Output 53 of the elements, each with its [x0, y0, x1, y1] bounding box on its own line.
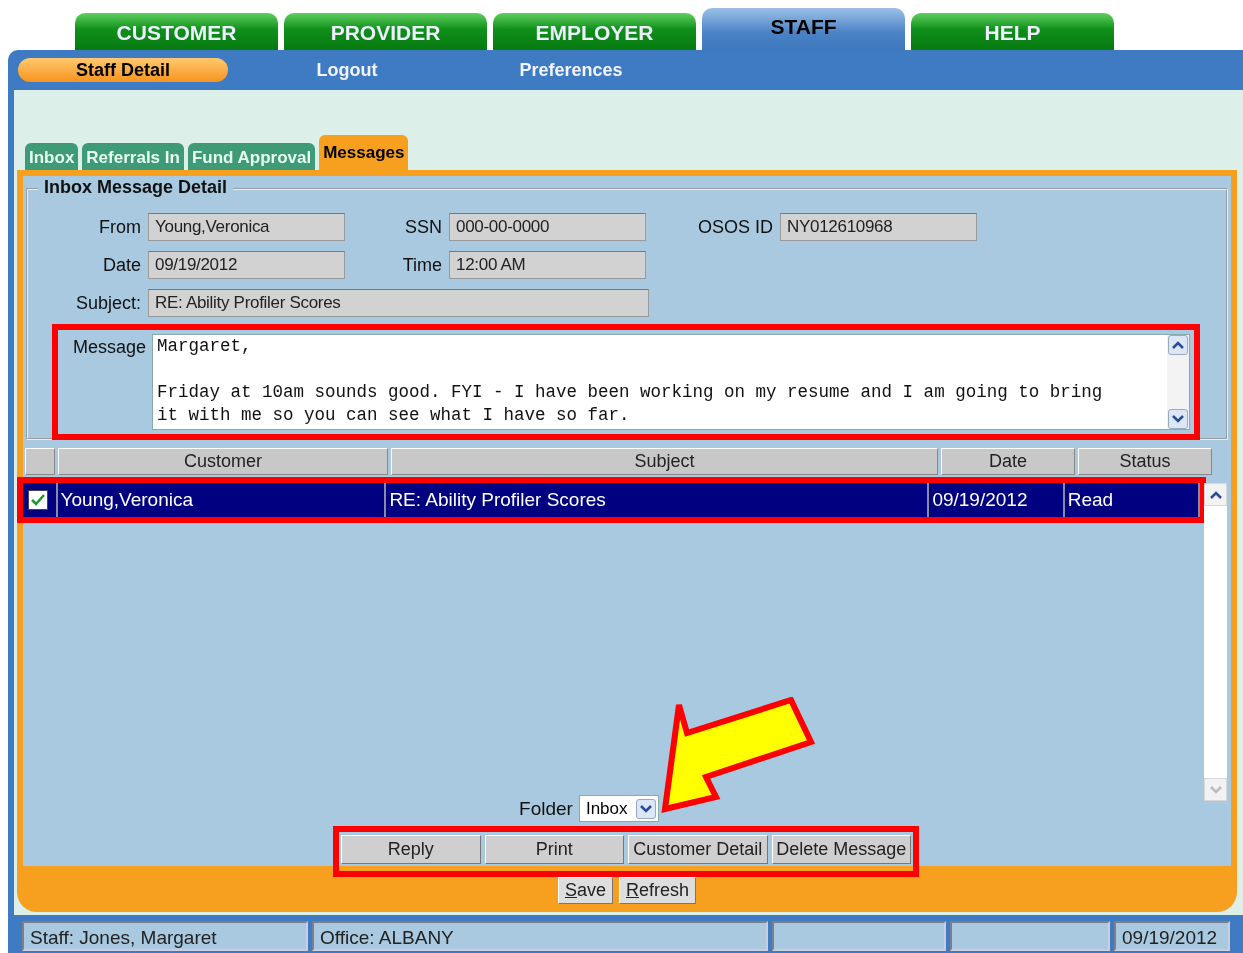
field-label: Date: [101, 254, 142, 276]
column-header[interactable]: Subject: [391, 448, 938, 475]
scroll-up-icon: [1172, 341, 1184, 349]
text-field[interactable]: 09/19/2012: [148, 251, 345, 279]
nav-link[interactable]: Preferences: [466, 58, 676, 82]
action-button[interactable]: Print: [484, 835, 624, 864]
scroll-down-icon: [1209, 785, 1222, 794]
column-header[interactable]: Customer: [58, 448, 388, 475]
text-field[interactable]: 12:00 AM: [449, 251, 646, 279]
table-cell: RE: Ability Profiler Scores: [386, 483, 930, 517]
table-cell: Read: [1064, 483, 1200, 517]
action-button[interactable]: Reply: [341, 835, 481, 864]
text-field[interactable]: Young,Veronica: [148, 213, 345, 241]
check-icon: [31, 494, 45, 506]
action-button[interactable]: Delete Message: [771, 835, 911, 864]
message-field[interactable]: Margaret, Friday at 10am sounds good. FYI - I have been working on my resume and I am going to bring it with me so you can see what I have so far.: [152, 334, 1190, 430]
scrollbar[interactable]: [1204, 483, 1227, 801]
field-label: Message: [71, 336, 147, 359]
top-tab[interactable]: HELP: [911, 13, 1114, 50]
column-header[interactable]: Date: [941, 448, 1075, 475]
field-label: Subject:: [74, 292, 142, 314]
status-cell: 09/19/2012: [1114, 921, 1230, 951]
text-field[interactable]: RE: Ability Profiler Scores: [148, 289, 649, 317]
top-tab[interactable]: PROVIDER: [284, 13, 487, 50]
text-field[interactable]: 000-00-0000: [449, 213, 646, 241]
checkbox[interactable]: [28, 490, 48, 510]
field-label: Folder: [519, 797, 573, 820]
action-button[interactable]: Customer Detail: [628, 835, 768, 864]
status-cell: Staff: Jones, Margaret: [22, 921, 308, 951]
chevron-down-icon: [639, 804, 652, 813]
top-tab[interactable]: EMPLOYER: [493, 13, 696, 50]
nav-link[interactable]: Logout: [242, 58, 452, 82]
top-tab[interactable]: CUSTOMER: [75, 13, 278, 50]
footer-button[interactable]: Save: [557, 877, 613, 904]
fieldset-legend: Inbox Message Detail: [38, 177, 234, 198]
footer-button[interactable]: Refresh: [619, 877, 697, 904]
field-label: From: [98, 216, 142, 238]
scroll-down-icon: [1172, 415, 1184, 423]
status-cell: Office: ALBANY: [312, 921, 768, 951]
top-tab[interactable]: STAFF: [702, 8, 905, 50]
sub-tab[interactable]: Messages: [319, 135, 409, 170]
table-cell: Young,Veronica: [57, 483, 387, 517]
table-row[interactable]: Young,Veronica RE: Ability Profiler Scores 09/19/2012 Read: [23, 483, 1200, 517]
scroll-up-icon: [1209, 490, 1222, 499]
field-label: Time: [401, 254, 443, 276]
table-cell: 09/19/2012: [929, 483, 1065, 517]
field-label: OSOS ID: [697, 216, 774, 238]
column-header[interactable]: Status: [1078, 448, 1212, 475]
nav-link[interactable]: Staff Detail: [18, 58, 228, 82]
text-field[interactable]: NY012610968: [780, 213, 977, 241]
field-label: SSN: [404, 216, 443, 238]
column-header: [25, 448, 55, 475]
folder-dropdown[interactable]: Inbox: [578, 795, 659, 822]
